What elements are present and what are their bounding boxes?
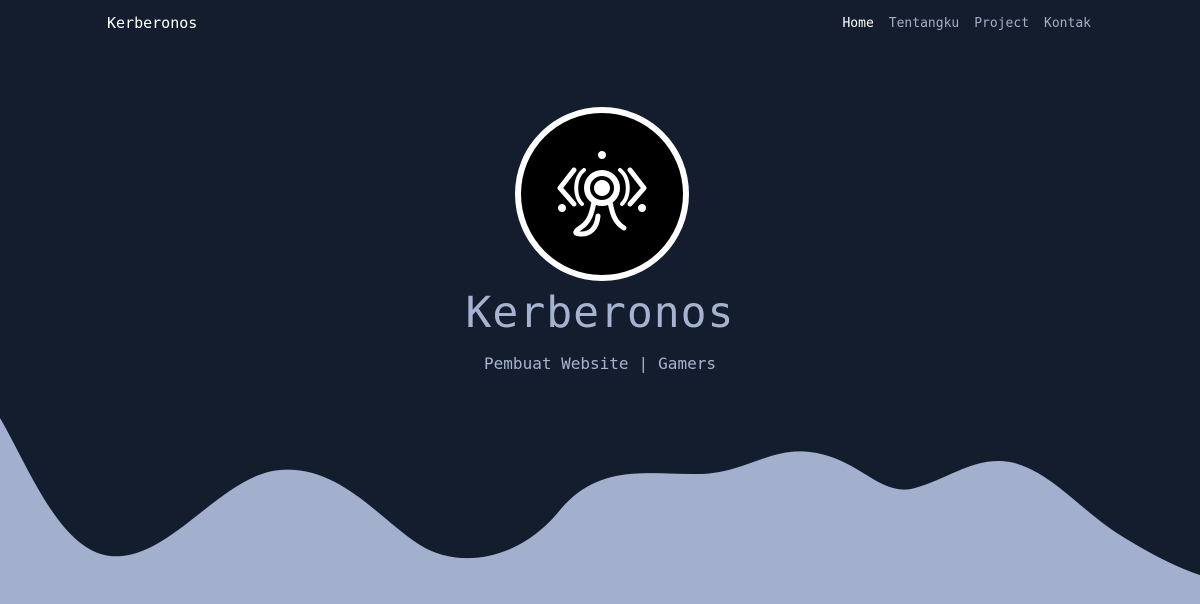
subtitle-separator: | (638, 354, 649, 373)
subtitle-role-website: Pembuat Website (484, 354, 629, 373)
page: Kerberonos Home Tentangku Project Kontak (0, 0, 1200, 604)
kerberonos-emblem-icon (515, 107, 689, 281)
hero-subtitle: Pembuat Website | Gamers (0, 354, 1200, 373)
hero-section: Kerberonos Pembuat Website | Gamers (0, 0, 1200, 604)
hero-title: Kerberonos (465, 288, 735, 338)
subtitle-role-gamers: Gamers (658, 354, 716, 373)
